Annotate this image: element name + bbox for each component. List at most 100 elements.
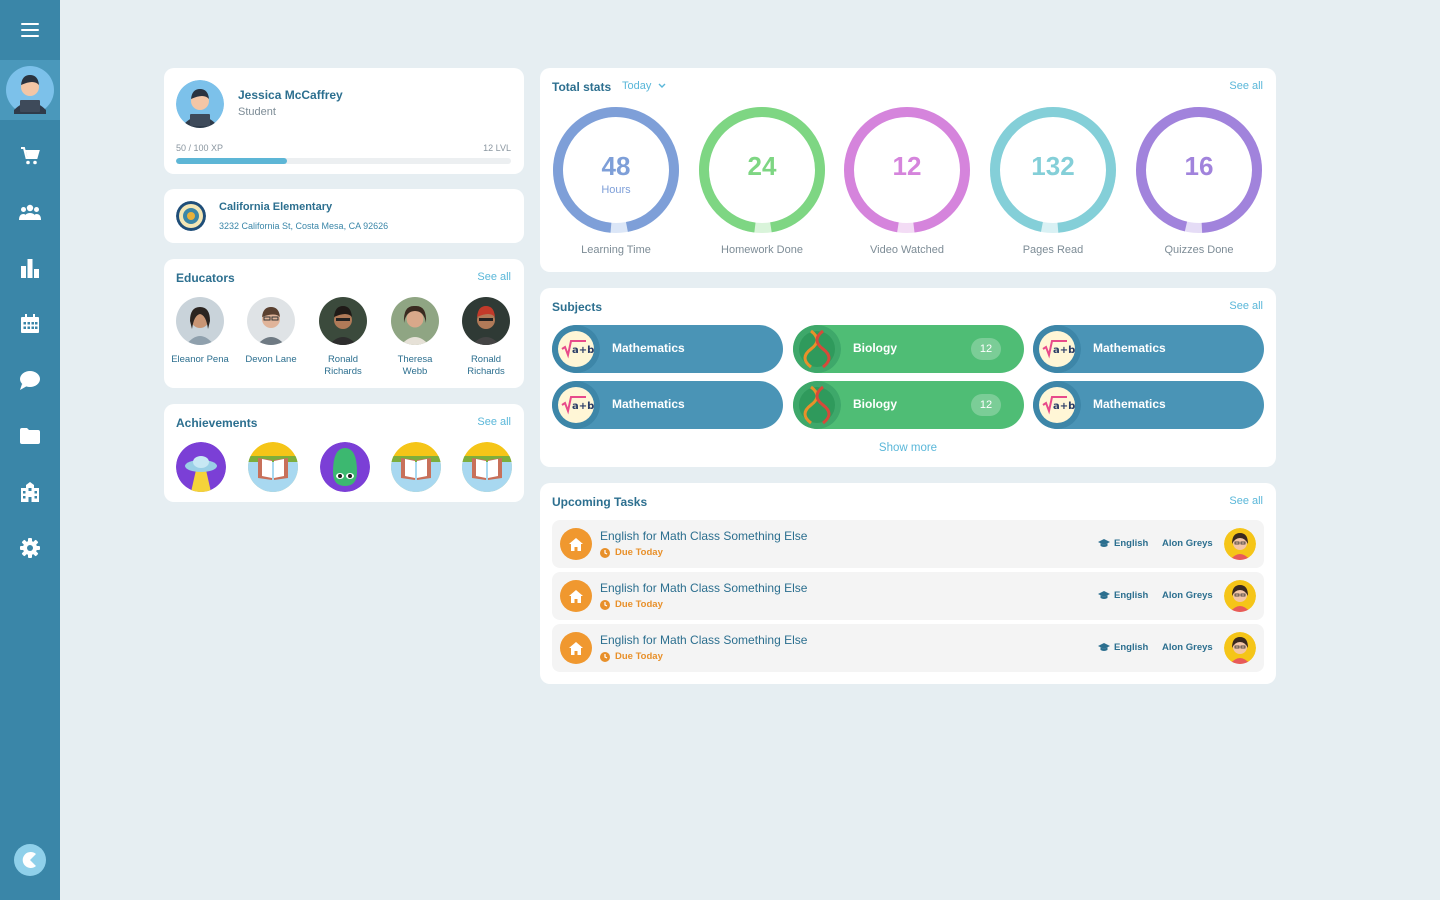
task-teacher: Alon Greys bbox=[1162, 538, 1213, 549]
subject-pill-math[interactable]: a+b Mathematics bbox=[552, 381, 783, 429]
subject-pill-bio[interactable]: Biology 12 bbox=[793, 381, 1024, 429]
sidebar-item-school[interactable] bbox=[0, 472, 60, 512]
subject-pill-bio[interactable]: Biology 12 bbox=[793, 325, 1024, 373]
stat-value: 24 bbox=[747, 151, 777, 181]
educator-item[interactable]: Ronald Richards bbox=[313, 297, 373, 378]
task-due: Due Today bbox=[600, 599, 663, 610]
subject-name: Mathematics bbox=[612, 341, 685, 355]
svg-text:a+b: a+b bbox=[572, 345, 594, 356]
task-subject-label: English bbox=[1114, 590, 1149, 601]
achievements-see-all[interactable]: See all bbox=[477, 416, 511, 428]
sidebar-item-shop[interactable] bbox=[0, 136, 60, 176]
xp-progress-bar bbox=[176, 158, 511, 164]
sidebar-item-people[interactable] bbox=[0, 192, 60, 232]
xp-label: 50 / 100 XP bbox=[176, 143, 224, 153]
bar-chart-icon bbox=[21, 259, 39, 278]
sidebar bbox=[0, 0, 60, 900]
achievement-book-badge[interactable] bbox=[248, 442, 298, 492]
task-due-label: Due Today bbox=[615, 599, 663, 610]
app-logo[interactable] bbox=[14, 844, 46, 876]
educator-name: Devon Lane bbox=[245, 354, 297, 365]
folder-icon bbox=[20, 428, 40, 444]
sidebar-item-settings[interactable] bbox=[0, 528, 60, 568]
graduation-cap-icon bbox=[1098, 591, 1110, 599]
stat-ring: 24 Homework Done bbox=[692, 104, 832, 256]
educator-name: Ronald Richards bbox=[324, 354, 362, 377]
sidebar-item-files[interactable] bbox=[0, 416, 60, 456]
subject-name: Biology bbox=[853, 397, 897, 411]
teacher-avatar[interactable] bbox=[1224, 528, 1256, 560]
task-row[interactable]: English for Math Class Something Else Due… bbox=[552, 572, 1264, 620]
graduation-cap-icon bbox=[1098, 539, 1110, 547]
profile-avatar[interactable] bbox=[176, 80, 224, 128]
educator-item[interactable]: Devon Lane bbox=[241, 297, 301, 366]
educator-photo bbox=[247, 297, 295, 345]
xp-progress-fill bbox=[176, 158, 287, 164]
school-seal-icon bbox=[176, 201, 206, 231]
subject-pill-math[interactable]: a+b Mathematics bbox=[1033, 325, 1264, 373]
task-title: English for Math Class Something Else bbox=[600, 581, 808, 595]
educator-photo bbox=[462, 297, 510, 345]
task-due: Due Today bbox=[600, 651, 663, 662]
achievement-book-badge[interactable] bbox=[391, 442, 441, 492]
sidebar-item-reports[interactable] bbox=[0, 248, 60, 288]
sidebar-item-calendar[interactable] bbox=[0, 304, 60, 344]
task-subject-label: English bbox=[1114, 642, 1149, 653]
teacher-avatar[interactable] bbox=[1224, 580, 1256, 612]
chevron-down-icon bbox=[658, 83, 666, 88]
cart-icon bbox=[21, 147, 40, 165]
educator-photo bbox=[176, 297, 224, 345]
educator-name: Eleanor Pena bbox=[171, 354, 229, 365]
stat-value: 48 bbox=[601, 151, 631, 181]
educator-name: Ronald Richards bbox=[467, 354, 505, 377]
achievement-book-badge[interactable] bbox=[462, 442, 512, 492]
subject-pill-math[interactable]: a+b Mathematics bbox=[1033, 381, 1264, 429]
educators-see-all[interactable]: See all bbox=[477, 271, 511, 283]
avatar bbox=[6, 66, 54, 114]
task-due-label: Due Today bbox=[615, 651, 663, 662]
task-subject: English bbox=[1098, 538, 1148, 549]
educator-item[interactable]: Theresa Webb bbox=[385, 297, 445, 378]
stat-label: Quizzes Done bbox=[1164, 244, 1234, 256]
educators-title: Educators bbox=[176, 271, 235, 285]
stats-see-all[interactable]: See all bbox=[1229, 80, 1263, 92]
show-more-link[interactable]: Show more bbox=[540, 442, 1276, 454]
achievement-ufo-badge[interactable] bbox=[176, 442, 226, 492]
chat-icon bbox=[20, 371, 40, 390]
stat-value: 12 bbox=[892, 151, 922, 181]
school-name: California Elementary bbox=[219, 201, 333, 213]
subject-pill-math[interactable]: a+b Mathematics bbox=[552, 325, 783, 373]
teacher-avatar[interactable] bbox=[1224, 632, 1256, 664]
educator-name: Theresa Webb bbox=[397, 354, 433, 377]
math-icon: a+b bbox=[1033, 381, 1081, 429]
upcoming-tasks-card: Upcoming Tasks See all English for Math … bbox=[540, 483, 1276, 684]
math-icon: a+b bbox=[1033, 325, 1081, 373]
stat-label: Video Watched bbox=[870, 244, 944, 256]
building-icon bbox=[21, 482, 39, 502]
educator-item[interactable]: Ronald Richards bbox=[456, 297, 516, 378]
educator-item[interactable]: Eleanor Pena bbox=[170, 297, 230, 366]
sidebar-item-messages[interactable] bbox=[0, 360, 60, 400]
school-card[interactable]: California Elementary 3232 California St… bbox=[164, 189, 524, 243]
stat-value: 132 bbox=[1031, 151, 1075, 181]
stat-label: Pages Read bbox=[1022, 244, 1084, 256]
period-dropdown[interactable]: Today bbox=[622, 80, 666, 92]
math-icon: a+b bbox=[552, 325, 600, 373]
task-title: English for Math Class Something Else bbox=[600, 529, 808, 543]
subjects-see-all[interactable]: See all bbox=[1229, 300, 1263, 312]
achievements-title: Achievements bbox=[176, 416, 258, 430]
profile-role: Student bbox=[238, 106, 276, 118]
task-row[interactable]: English for Math Class Something Else Due… bbox=[552, 520, 1264, 568]
task-row[interactable]: English for Math Class Something Else Due… bbox=[552, 624, 1264, 672]
dna-icon bbox=[793, 325, 841, 373]
profile-name[interactable]: Jessica McCaffrey bbox=[238, 88, 343, 102]
stat-value: 16 bbox=[1184, 151, 1214, 181]
tasks-see-all[interactable]: See all bbox=[1229, 495, 1263, 507]
home-icon bbox=[560, 580, 592, 612]
achievement-alien-badge[interactable] bbox=[320, 442, 370, 492]
calendar-icon bbox=[21, 314, 39, 333]
sidebar-profile-avatar[interactable] bbox=[0, 60, 60, 120]
dna-icon bbox=[793, 381, 841, 429]
menu-button[interactable] bbox=[0, 0, 60, 60]
svg-text:a+b: a+b bbox=[1053, 401, 1075, 412]
